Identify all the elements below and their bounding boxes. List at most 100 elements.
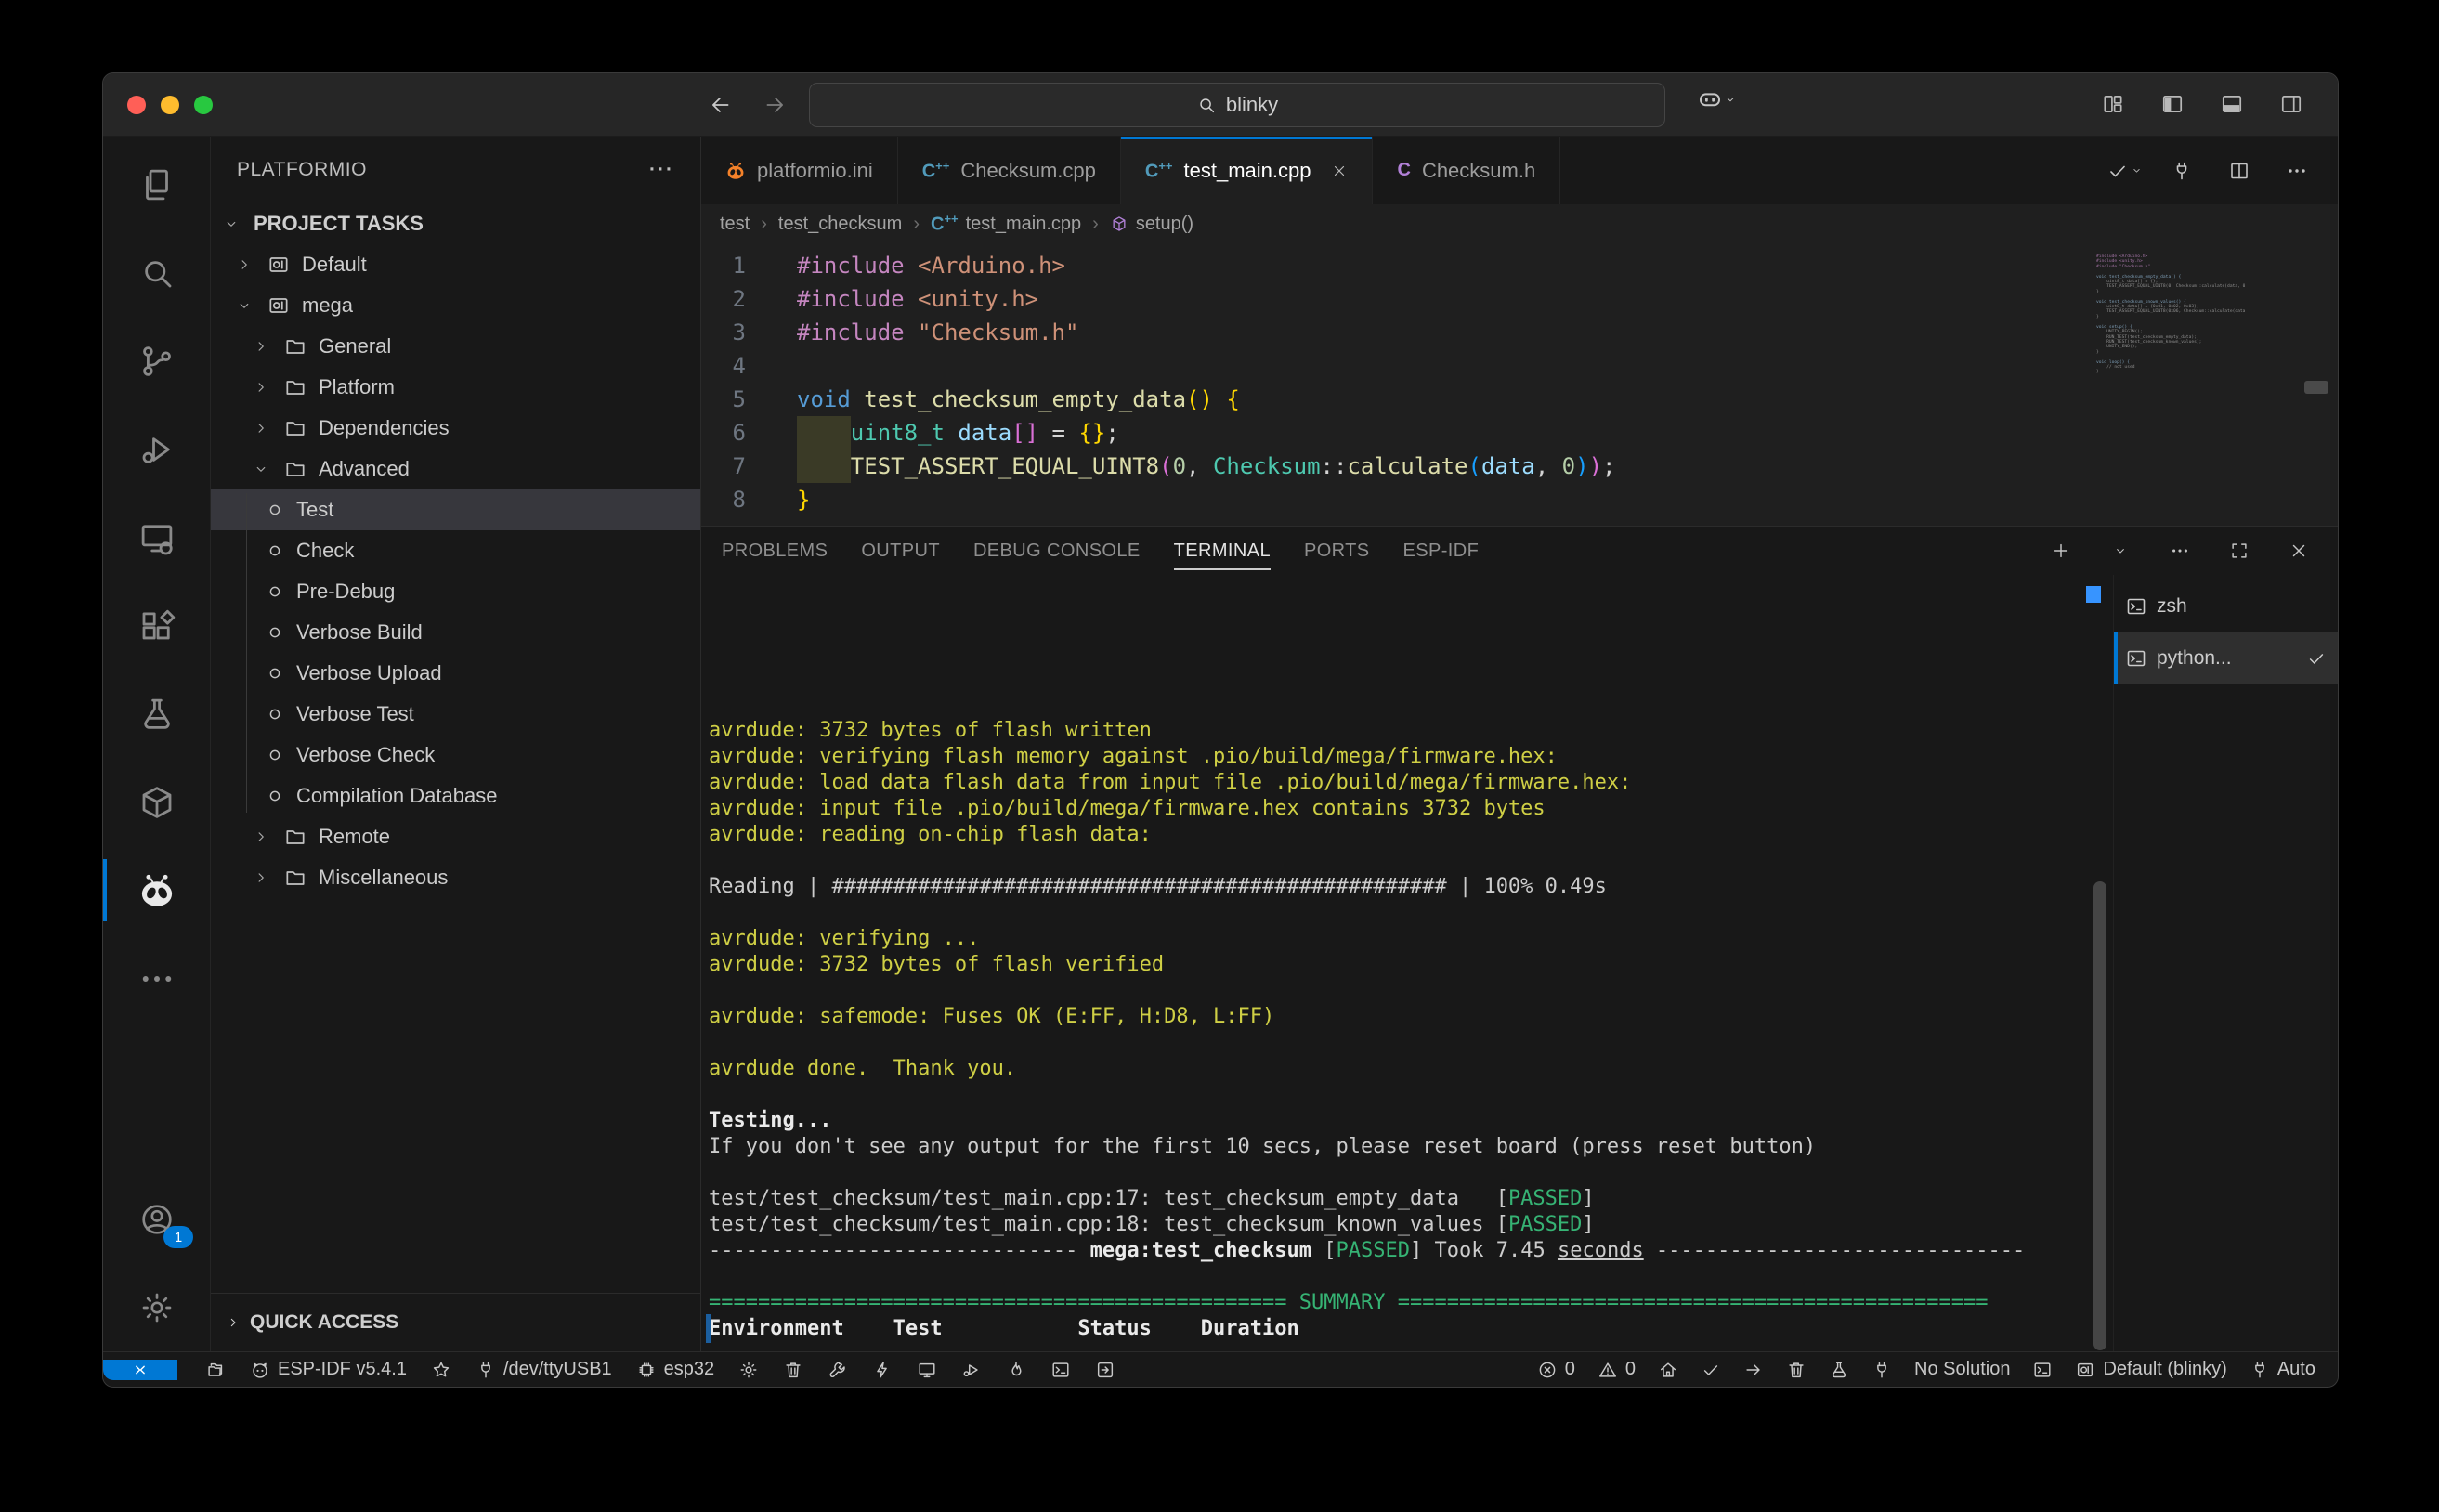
tree-item-pre-debug[interactable]: Pre-Debug bbox=[211, 571, 700, 612]
tree-item-remote[interactable]: Remote bbox=[211, 816, 700, 857]
command-center-search[interactable]: blinky bbox=[809, 83, 1665, 127]
terminal-instance-python[interactable]: python... bbox=[2114, 632, 2338, 684]
activity-search[interactable] bbox=[103, 228, 210, 317]
tree-item-platform[interactable]: Platform bbox=[211, 367, 700, 408]
status-execute-task[interactable] bbox=[1095, 1360, 1115, 1380]
status-pio-upload[interactable] bbox=[1743, 1360, 1764, 1380]
serial-monitor-button[interactable] bbox=[2163, 152, 2200, 189]
terminal-scrollbar[interactable] bbox=[2093, 881, 2106, 1350]
tab-test-main-cpp[interactable]: C++test_main.cpp bbox=[1121, 137, 1374, 204]
section-project-tasks[interactable]: PROJECT TASKS bbox=[211, 203, 700, 244]
status-flash-method[interactable] bbox=[1006, 1360, 1026, 1380]
tree-item-verbose-build[interactable]: Verbose Build bbox=[211, 612, 700, 653]
tree-item-test[interactable]: Test bbox=[211, 489, 700, 530]
panel-tab-problems[interactable]: PROBLEMS bbox=[722, 527, 828, 575]
toggle-panel-icon[interactable] bbox=[2213, 85, 2250, 123]
editor-scrollbar[interactable] bbox=[2304, 381, 2328, 394]
customize-layout-icon[interactable] bbox=[2094, 85, 2132, 123]
activity-explorer[interactable] bbox=[103, 140, 210, 228]
breadcrumb-item-test[interactable]: test bbox=[720, 214, 750, 235]
terminal-output[interactable]: avrdude: 3732 bytes of flash writtenavrd… bbox=[701, 575, 2113, 1351]
status-pio-build[interactable] bbox=[1701, 1360, 1721, 1380]
activity-remote-explorer[interactable] bbox=[103, 493, 210, 581]
close-window-button[interactable] bbox=[127, 96, 146, 114]
activity-testing[interactable] bbox=[103, 670, 210, 758]
status-pio-terminal[interactable] bbox=[2032, 1360, 2053, 1380]
toggle-primary-sidebar-icon[interactable] bbox=[2154, 85, 2191, 123]
copilot-button[interactable] bbox=[1696, 85, 1737, 113]
activity-source-control[interactable] bbox=[103, 317, 210, 405]
breadcrumb-item-setup[interactable]: setup() bbox=[1110, 214, 1193, 235]
activity-settings[interactable] bbox=[103, 1263, 210, 1351]
tree-item-verbose-test[interactable]: Verbose Test bbox=[211, 694, 700, 735]
status-pio-test[interactable] bbox=[1829, 1360, 1849, 1380]
minimize-window-button[interactable] bbox=[161, 96, 179, 114]
close-panel-button[interactable] bbox=[2280, 532, 2317, 569]
status-restore-layout[interactable] bbox=[205, 1360, 226, 1380]
status-remote-indicator[interactable] bbox=[103, 1360, 177, 1380]
status-device-target[interactable]: esp32 bbox=[636, 1359, 715, 1380]
status-pio-clean[interactable] bbox=[1786, 1360, 1806, 1380]
activity-extensions[interactable] bbox=[103, 581, 210, 670]
tree-item-compilation-database[interactable]: Compilation Database bbox=[211, 776, 700, 816]
split-editor-button[interactable] bbox=[2221, 152, 2258, 189]
panel-tab-esp-idf[interactable]: ESP-IDF bbox=[1403, 527, 1480, 575]
activity-accounts[interactable]: 1 bbox=[103, 1175, 210, 1263]
status-upload-port[interactable]: Auto bbox=[2250, 1359, 2315, 1380]
editor-more-actions[interactable] bbox=[2278, 152, 2315, 189]
tree-item-general[interactable]: General bbox=[211, 326, 700, 367]
breadcrumb-item-test-main-cpp[interactable]: C++test_main.cpp bbox=[931, 212, 1081, 236]
terminal-dropdown-icon[interactable] bbox=[2102, 532, 2139, 569]
panel-tab-output[interactable]: OUTPUT bbox=[861, 527, 940, 575]
status-serial-port[interactable]: /dev/ttyUSB1 bbox=[476, 1359, 612, 1380]
status-pio-serial-monitor[interactable] bbox=[1872, 1360, 1892, 1380]
status-monitor[interactable] bbox=[917, 1360, 937, 1380]
tree-item-dependencies[interactable]: Dependencies bbox=[211, 408, 700, 449]
activity-pio-home[interactable] bbox=[103, 758, 210, 846]
close-tab-icon[interactable] bbox=[1331, 163, 1348, 179]
tree-item-check[interactable]: Check bbox=[211, 530, 700, 571]
status-pio-home[interactable] bbox=[1658, 1360, 1678, 1380]
tab-platformio-ini[interactable]: platformio.ini bbox=[701, 137, 898, 204]
breadcrumb-item-test-checksum[interactable]: test_checksum bbox=[778, 214, 902, 235]
status-debug[interactable] bbox=[961, 1360, 982, 1380]
tab-checksum-h[interactable]: CChecksum.h bbox=[1373, 137, 1560, 204]
new-terminal-button[interactable] bbox=[2042, 532, 2080, 569]
tab-checksum-cpp[interactable]: C++Checksum.cpp bbox=[898, 137, 1121, 204]
tree-item-default[interactable]: Default bbox=[211, 244, 700, 285]
tree-item-verbose-check[interactable]: Verbose Check bbox=[211, 735, 700, 776]
tree-item-advanced[interactable]: Advanced bbox=[211, 449, 700, 489]
status-problems-errors[interactable]: 0 bbox=[1537, 1359, 1575, 1380]
toggle-secondary-sidebar-icon[interactable] bbox=[2273, 85, 2310, 123]
tree-item-verbose-upload[interactable]: Verbose Upload bbox=[211, 653, 700, 694]
zoom-window-button[interactable] bbox=[194, 96, 213, 114]
panel-tab-terminal[interactable]: TERMINAL bbox=[1174, 527, 1271, 575]
run-check-button[interactable] bbox=[2106, 152, 2143, 189]
quick-access-section[interactable]: QUICK ACCESS bbox=[211, 1293, 700, 1351]
panel-tab-ports[interactable]: PORTS bbox=[1304, 527, 1370, 575]
status-star[interactable] bbox=[431, 1360, 451, 1380]
code-editor[interactable]: 1#include <Arduino.h>2#include <unity.h>… bbox=[701, 243, 2338, 526]
navigate-forward-button[interactable] bbox=[756, 86, 793, 124]
status-flash[interactable] bbox=[872, 1360, 893, 1380]
status-solution-status[interactable]: No Solution bbox=[1914, 1359, 2010, 1380]
navigate-back-button[interactable] bbox=[702, 86, 739, 124]
terminal-instance-zsh[interactable]: zsh bbox=[2114, 580, 2338, 632]
panel-tab-debug-console[interactable]: DEBUG CONSOLE bbox=[973, 527, 1141, 575]
maximize-panel-button[interactable] bbox=[2221, 532, 2258, 569]
activity-run-and-debug[interactable] bbox=[103, 405, 210, 493]
status-espidf-terminal[interactable] bbox=[1050, 1360, 1071, 1380]
tree-item-mega[interactable]: mega bbox=[211, 285, 700, 326]
status-problems-warnings[interactable]: 0 bbox=[1598, 1359, 1636, 1380]
activity-more-views[interactable] bbox=[103, 934, 210, 1023]
tree-item-miscellaneous[interactable]: Miscellaneous bbox=[211, 857, 700, 898]
status-menuconfig[interactable] bbox=[738, 1360, 759, 1380]
minimap[interactable]: #include <Arduino.h>#include <unity.h>#i… bbox=[2096, 254, 2245, 375]
status-build[interactable] bbox=[828, 1360, 848, 1380]
status-full-clean[interactable] bbox=[783, 1360, 803, 1380]
panel-more-actions[interactable] bbox=[2161, 532, 2198, 569]
status-project-environment[interactable]: Default (blinky) bbox=[2075, 1359, 2226, 1380]
status-espidf-version[interactable]: ESP-IDF v5.4.1 bbox=[250, 1359, 407, 1380]
activity-platformio[interactable] bbox=[103, 846, 210, 934]
sidebar-more-actions[interactable]: ··· bbox=[649, 159, 674, 181]
